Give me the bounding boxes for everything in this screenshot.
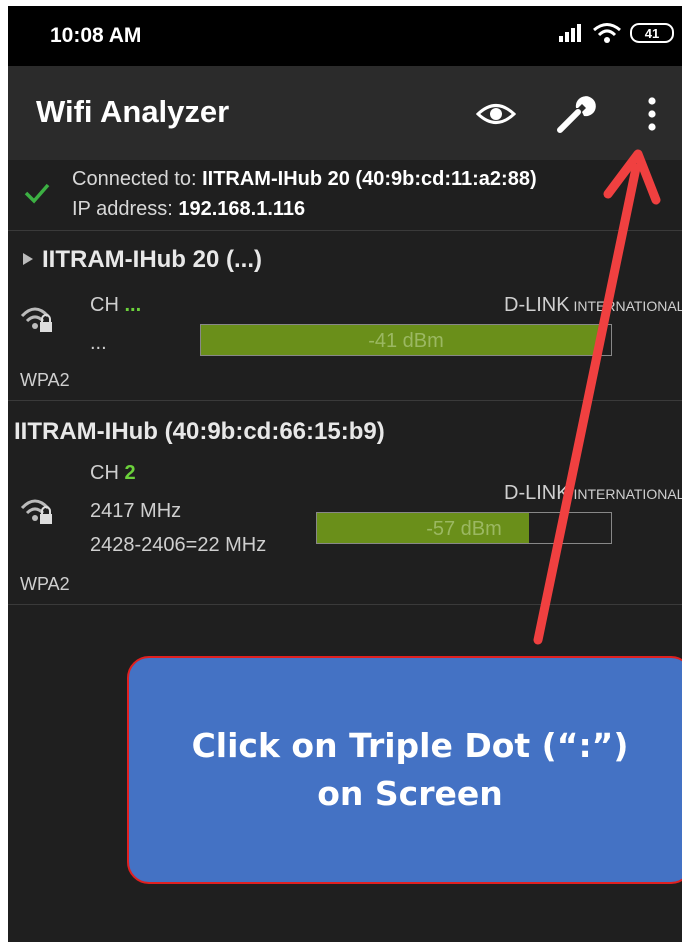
callout-line-2: on Screen — [317, 774, 503, 813]
instruction-callout: Click on Triple Dot (“:”) on Screen — [127, 656, 682, 884]
callout-line-1: Click on Triple Dot (“:”) — [191, 726, 629, 765]
